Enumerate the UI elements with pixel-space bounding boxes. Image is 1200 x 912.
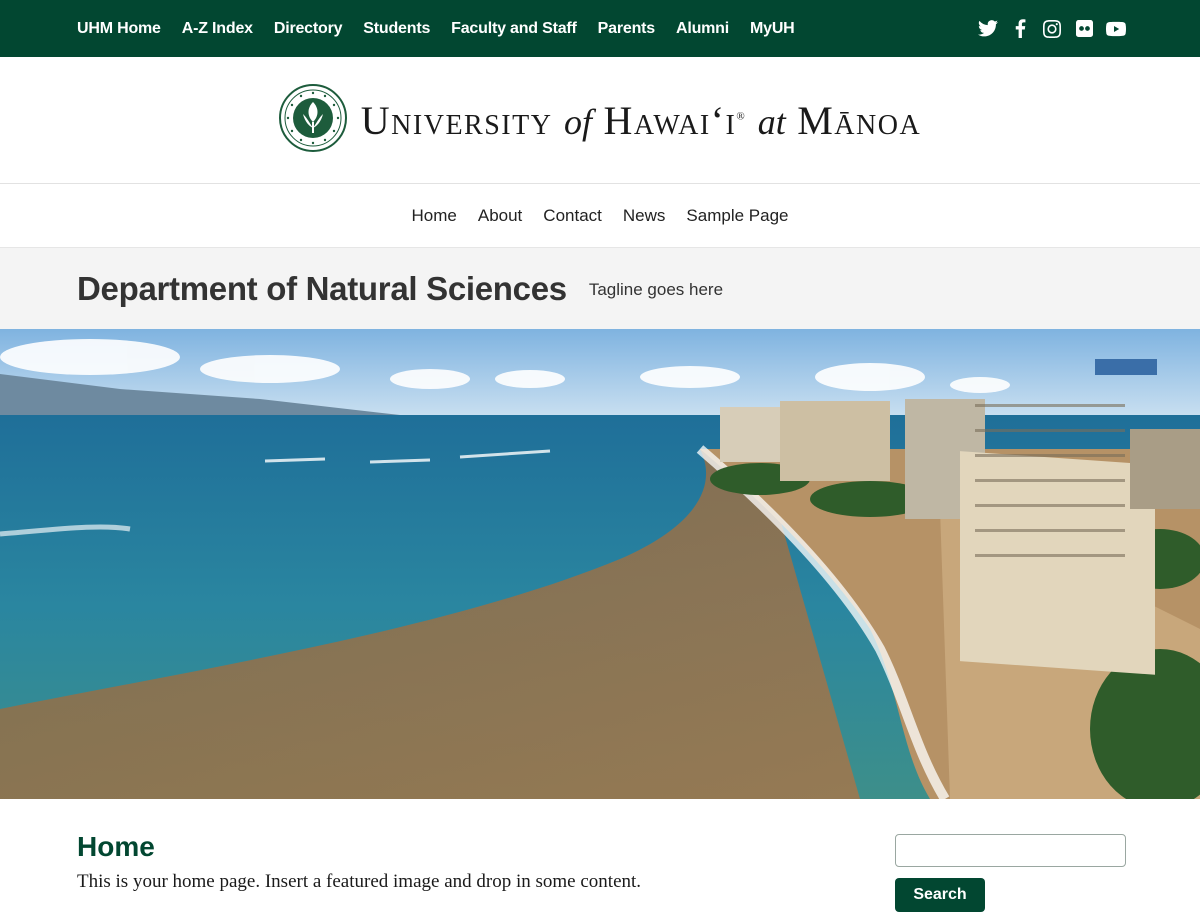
utility-nav: UHM Home A-Z Index Directory Students Fa… bbox=[77, 20, 795, 38]
instagram-icon[interactable] bbox=[1042, 19, 1062, 39]
flickr-icon[interactable] bbox=[1074, 19, 1094, 39]
utility-link-alumni[interactable]: Alumni bbox=[676, 20, 729, 38]
utility-link-parents[interactable]: Parents bbox=[598, 20, 655, 38]
hero-image bbox=[0, 329, 1200, 799]
main-content: Home This is your home page. Insert a fe… bbox=[77, 799, 895, 912]
utility-link-uhm-home[interactable]: UHM Home bbox=[77, 20, 161, 38]
content-area: Home This is your home page. Insert a fe… bbox=[0, 799, 1200, 912]
wordmark-manoa: Mānoa bbox=[797, 97, 922, 143]
logo-header: University of Hawai‘i® at Mānoa bbox=[0, 57, 1200, 184]
site-tagline: Tagline goes here bbox=[588, 279, 724, 299]
utility-link-faculty-staff[interactable]: Faculty and Staff bbox=[451, 20, 577, 38]
wordmark-registered: ® bbox=[736, 110, 747, 123]
nav-item-news[interactable]: News bbox=[623, 206, 666, 226]
university-wordmark[interactable]: University of Hawai‘i® at Mānoa bbox=[361, 97, 921, 144]
wordmark-of: of bbox=[563, 101, 592, 142]
utility-bar: UHM Home A-Z Index Directory Students Fa… bbox=[0, 0, 1200, 57]
page-heading: Home bbox=[77, 831, 155, 862]
nav-item-contact[interactable]: Contact bbox=[543, 206, 602, 226]
university-seal-icon[interactable] bbox=[278, 83, 347, 157]
wordmark-hawaii: Hawai‘i bbox=[603, 97, 737, 143]
nav-item-sample-page[interactable]: Sample Page bbox=[686, 206, 788, 226]
page-body-text: This is your home page. Insert a feature… bbox=[77, 871, 642, 892]
twitter-icon[interactable] bbox=[978, 19, 998, 39]
site-title[interactable]: Department of Natural Sciences bbox=[77, 270, 567, 308]
facebook-icon[interactable] bbox=[1010, 19, 1030, 39]
site-title-band: Department of Natural Sciences Tagline g… bbox=[0, 248, 1200, 329]
sidebar: Search bbox=[895, 799, 1126, 912]
youtube-icon[interactable] bbox=[1106, 19, 1126, 39]
nav-item-home[interactable]: Home bbox=[412, 206, 457, 226]
nav-item-about[interactable]: About bbox=[478, 206, 522, 226]
search-input[interactable] bbox=[895, 834, 1126, 867]
utility-link-az-index[interactable]: A-Z Index bbox=[182, 20, 253, 38]
wordmark-at: at bbox=[757, 101, 786, 142]
utility-link-directory[interactable]: Directory bbox=[274, 20, 343, 38]
wordmark-university: University bbox=[360, 97, 553, 143]
search-button[interactable]: Search bbox=[895, 878, 985, 912]
social-links bbox=[978, 19, 1126, 39]
utility-link-myuh[interactable]: MyUH bbox=[750, 20, 795, 38]
main-nav: Home About Contact News Sample Page bbox=[0, 184, 1200, 248]
utility-link-students[interactable]: Students bbox=[363, 20, 430, 38]
